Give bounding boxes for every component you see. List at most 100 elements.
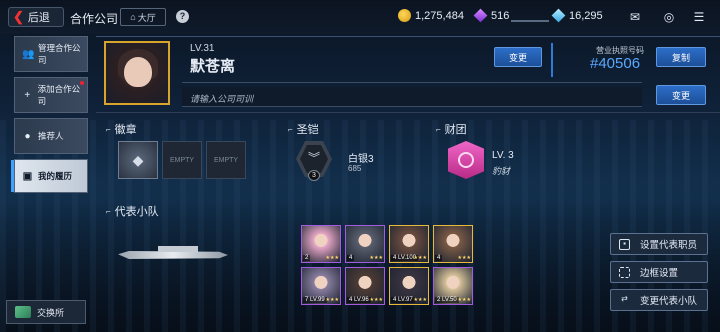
exchange-label: 交换所 (37, 307, 65, 318)
badge-slot-main[interactable]: ◆ (118, 141, 158, 179)
member-stars: ★★★ (325, 255, 339, 261)
sidebar-item-referrer[interactable]: ● 推荐人 (14, 118, 88, 154)
team-member[interactable]: 2 ★★★ (301, 225, 341, 263)
frame-icon (619, 266, 630, 278)
member-stars: ★★★ (325, 297, 339, 303)
id-card-icon: ▪ (619, 238, 630, 250)
coins-value: 1,275,484 (415, 9, 464, 22)
guild-emblem-inner (458, 152, 474, 168)
frame-label: 边框设置 (640, 268, 679, 279)
team-section-title: ⌐ 代表小队 (106, 203, 159, 219)
badge-slot-empty[interactable]: EMPTY (162, 141, 202, 179)
id-card-icon: ▣ (22, 170, 33, 182)
avatar-face (124, 57, 152, 87)
hall-label: 大厅 (137, 12, 156, 23)
armor-rank: 白银3 (348, 154, 374, 165)
diamonds-value: 16,295 (569, 9, 603, 22)
guild-section-title: ⌐ 财团 (436, 121, 467, 137)
set-rep-label: 设置代表职员 (640, 240, 698, 251)
change-team-button[interactable]: ⇄ 变更代表小队 (610, 289, 708, 311)
team-member[interactable]: 4 ★★★ (433, 225, 473, 263)
set-representative-button[interactable]: ▪ 设置代表职员 (610, 233, 708, 255)
team-member[interactable]: 4 LV.100 ★★★ (389, 225, 429, 263)
ship-hull (118, 251, 228, 259)
notification-dot (80, 81, 84, 85)
license-number: #40506 (590, 55, 641, 72)
swap-icon: ⇄ (621, 293, 628, 303)
bracket-icon: ⌐ (436, 124, 441, 134)
gems-value: 516 (491, 9, 510, 22)
member-level: 4 LV.96 (347, 297, 371, 303)
profile-panel: LV.31 默苍离 变更 营业执照号码 #40506 复制 请输入公司司训 变更… (96, 36, 720, 332)
avatar[interactable] (104, 41, 170, 105)
member-stars: ★★★ (457, 255, 471, 261)
member-level: 7 LV.99 (303, 297, 327, 303)
member-stars: ★★★ (413, 297, 427, 303)
gems-display: 516 (473, 8, 550, 23)
armor-title: 圣铠 (296, 124, 319, 136)
sidebar-item-history[interactable]: ▣ 我的履历 (11, 159, 88, 193)
team-member[interactable]: 7 LV.99 ★★★ (301, 267, 341, 305)
coins-display: 1,275,484 (398, 9, 464, 22)
badge-section-title: ⌐ 徽章 (106, 121, 137, 137)
team-title: 代表小队 (114, 206, 159, 218)
sidebar-item-label: 添加合作公司 (37, 84, 81, 106)
back-chevron-icon: ❮ (13, 9, 24, 24)
people-gear-icon: 👥 (22, 48, 35, 60)
team-member[interactable]: 4 LV.97 ★★★ (389, 267, 429, 305)
top-bar: ❮ 后退 合作公司 ⌂ 大厅 ? 1,275,484 516 16,295 ✉ … (0, 0, 720, 34)
member-stars: ★★★ (369, 297, 383, 303)
home-icon: ⌂ (130, 12, 136, 22)
badge-slot-empty[interactable]: EMPTY (206, 141, 246, 179)
sidebar: 👥 管理合作公司 + 添加合作公司 ● 推荐人 ▣ 我的履历 (11, 36, 88, 198)
guild-level: LV. 3 (492, 150, 514, 161)
section-divider (96, 112, 720, 113)
gem-bar (511, 19, 550, 22)
ship-deck (158, 246, 198, 252)
person-icon: ● (24, 130, 31, 142)
divider (551, 43, 553, 77)
change-team-label: 变更代表小队 (640, 296, 698, 307)
guild-title: 财团 (444, 124, 467, 136)
hall-button[interactable]: ⌂ 大厅 (120, 8, 166, 26)
diamonds-display: 16,295 (551, 8, 603, 23)
sidebar-item-add[interactable]: + 添加合作公司 (14, 77, 88, 113)
member-level: 4 (435, 255, 443, 261)
member-stars: ★★★ (369, 255, 383, 261)
badge-emblem-icon: ◆ (132, 151, 144, 168)
member-stars: ★★★ (413, 255, 427, 261)
guild-name: 豹豺 (492, 166, 511, 176)
member-stars: ★★★ (457, 297, 471, 303)
member-level: 2 (303, 255, 311, 261)
armor-points: 685 (348, 164, 362, 173)
team-member[interactable]: 4 LV.96 ★★★ (345, 267, 385, 305)
player-name: 默苍离 (190, 58, 236, 75)
member-level: 4 LV.97 (391, 297, 415, 303)
motto-field[interactable]: 请输入公司司训 (182, 87, 642, 107)
sidebar-item-label: 管理合作公司 (38, 43, 81, 65)
mail-icon[interactable]: ✉ (628, 10, 642, 24)
copy-button[interactable]: 复制 (656, 47, 706, 67)
menu-icon[interactable]: ☰ (692, 10, 706, 24)
sidebar-item-label: 我的履历 (38, 171, 73, 181)
bracket-icon: ⌐ (106, 124, 111, 134)
badge-title: 徽章 (114, 124, 137, 136)
team-member[interactable]: 4 ★★★ (345, 225, 385, 263)
team-member[interactable]: 2 LV.50 ★★★ (433, 267, 473, 305)
armor-num: 3 (308, 170, 320, 181)
armor-section-title: ⌐ 圣铠 (288, 121, 319, 137)
bracket-icon: ⌐ (288, 124, 293, 134)
change-name-button[interactable]: 变更 (494, 47, 542, 67)
back-button[interactable]: ❮ 后退 (8, 7, 64, 27)
exchange-icon (15, 306, 31, 318)
player-level: LV.31 (190, 43, 215, 54)
page-title: 合作公司 (70, 12, 119, 26)
frame-settings-button[interactable]: 边框设置 (610, 261, 708, 283)
sidebar-item-manage[interactable]: 👥 管理合作公司 (14, 36, 88, 72)
change-motto-button[interactable]: 变更 (656, 85, 706, 105)
settings-icon[interactable]: ◎ (662, 10, 676, 24)
bracket-icon: ⌐ (106, 206, 111, 216)
exchange-button[interactable]: 交换所 (6, 300, 86, 324)
help-icon[interactable]: ? (176, 10, 189, 23)
name-bar (182, 41, 642, 83)
